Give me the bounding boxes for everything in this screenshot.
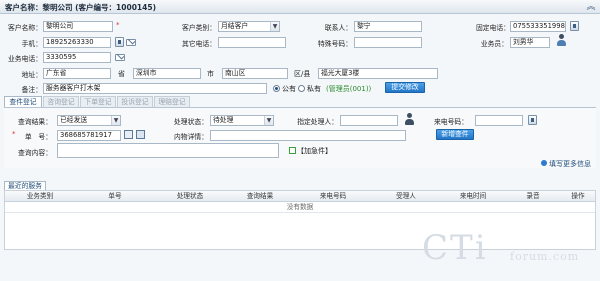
item-detail-input[interactable] <box>210 130 406 141</box>
urgent-label: 【加急件】 <box>297 147 332 155</box>
tab-claim[interactable]: 理赔登记 <box>154 96 190 107</box>
public-label: 公有 <box>282 85 296 93</box>
special-number-label: 特殊号码： <box>318 40 352 48</box>
more-info-link[interactable]: 填写更多信息 <box>549 159 591 169</box>
chevron-down-icon: ▼ <box>111 116 120 125</box>
urgent-checkbox[interactable] <box>289 147 296 154</box>
province-unit: 省 <box>118 70 125 78</box>
collapse-icon[interactable]: ︽ <box>585 1 597 13</box>
address-label: 地址： <box>21 71 42 79</box>
watermark-logo: CTi <box>422 228 488 268</box>
item-detail-label: 内物详情： <box>174 133 208 141</box>
other-phone-label: 其它电话： <box>182 40 216 48</box>
col-caller[interactable]: 来电号码 <box>295 191 371 202</box>
tab-order[interactable]: 下单登记 <box>80 96 116 107</box>
contact-label: 联系人： <box>324 24 352 32</box>
caller-label: 来电号码： <box>434 118 468 126</box>
required-mark: * <box>12 130 16 138</box>
private-radio[interactable] <box>298 85 305 92</box>
user-icon[interactable] <box>404 113 415 126</box>
landline-label: 固定电话： <box>476 24 510 32</box>
col-result[interactable]: 查询结果 <box>225 191 295 202</box>
district-input[interactable]: 南山区 <box>222 68 288 79</box>
add-inquiry-button[interactable]: 新增查件 <box>436 129 474 140</box>
remark-input[interactable]: 服务器客户打木架 <box>43 83 267 94</box>
owner-text: (管理员(001)) <box>326 85 372 93</box>
customer-name-label: 客户名称： <box>8 24 42 32</box>
public-radio[interactable] <box>273 85 280 92</box>
chevron-down-icon: ▼ <box>270 22 279 31</box>
user-icon[interactable] <box>556 34 567 47</box>
status-value: 待处理 <box>213 116 234 124</box>
col-actions[interactable]: 操作 <box>561 191 595 202</box>
mobile-label: 手机： <box>21 40 42 48</box>
query-content-textarea[interactable] <box>57 143 279 158</box>
customer-type-value: 月结客户 <box>221 22 249 30</box>
province-input[interactable]: 广东省 <box>43 68 111 79</box>
phone-icon[interactable] <box>570 21 579 31</box>
status-label: 处理状态： <box>174 118 208 126</box>
order-number-input[interactable]: 368685781917 <box>57 130 121 141</box>
tab-consult[interactable]: 咨询登记 <box>43 96 79 107</box>
biz-phone-input[interactable]: 3330595 <box>43 52 111 63</box>
query-result-select[interactable]: 已经发送 ▼ <box>57 115 121 126</box>
recent-services-table: 业务类别 单号 处理状态 查询结果 来电号码 受理人 来电时间 录音 操作 没有… <box>4 190 596 250</box>
tab-inquiry[interactable]: 查件登记 <box>4 96 42 107</box>
col-recording[interactable]: 录音 <box>505 191 561 202</box>
col-order-number[interactable]: 单号 <box>75 191 155 202</box>
handler-input[interactable] <box>340 115 398 126</box>
title-bar: 客户名称：黎明公司 (客户编号：1000145) ︽ <box>0 0 600 14</box>
plus-icon[interactable] <box>541 160 547 166</box>
contact-input[interactable]: 黎宁 <box>354 21 422 32</box>
col-call-time[interactable]: 来电时间 <box>441 191 505 202</box>
tab-complaint[interactable]: 投诉登记 <box>117 96 153 107</box>
table-header: 业务类别 单号 处理状态 查询结果 来电号码 受理人 来电时间 录音 操作 <box>5 191 595 202</box>
mail-icon[interactable] <box>126 39 136 46</box>
salesman-input[interactable]: 刘男华 <box>510 37 550 48</box>
phone-icon[interactable] <box>528 115 537 125</box>
watermark-sub: forum.com <box>510 250 580 263</box>
mobile-input[interactable]: 18925263330 <box>43 37 111 48</box>
special-number-input[interactable] <box>354 37 422 48</box>
submit-button[interactable]: 提交修改 <box>385 82 425 93</box>
order-number-label: 单 号： <box>24 133 52 141</box>
chevron-down-icon: ▼ <box>264 116 273 125</box>
required-mark: * <box>116 21 120 29</box>
empty-message: 没有数据 <box>5 202 595 213</box>
biz-phone-label: 业务电话： <box>8 55 42 63</box>
handler-label: 指定处理人： <box>297 118 338 126</box>
col-status[interactable]: 处理状态 <box>155 191 225 202</box>
street-input[interactable]: 福光大厦3楼 <box>318 68 438 79</box>
col-business-type[interactable]: 业务类别 <box>5 191 75 202</box>
landline-input[interactable]: 075533351998 <box>510 21 566 32</box>
page-title: 客户名称：黎明公司 (客户编号：1000145) <box>5 3 156 12</box>
query-result-value: 已经发送 <box>60 116 88 124</box>
salesman-label: 业务员： <box>480 40 508 48</box>
city-unit: 市 <box>207 70 214 78</box>
city-input[interactable]: 深圳市 <box>133 68 201 79</box>
caller-input[interactable] <box>475 115 523 126</box>
col-handler[interactable]: 受理人 <box>371 191 441 202</box>
mail-icon[interactable] <box>115 54 125 61</box>
remark-label: 备注： <box>21 86 42 94</box>
district-unit: 区/县 <box>294 70 311 78</box>
customer-type-label: 客户类别： <box>182 24 216 32</box>
batch-icon[interactable] <box>136 130 145 139</box>
customer-name-input[interactable]: 黎明公司 <box>43 21 113 32</box>
status-select[interactable]: 待处理 ▼ <box>210 115 274 126</box>
query-content-label: 查询内容： <box>18 149 52 157</box>
query-result-label: 查询结果： <box>18 118 52 126</box>
other-phone-input[interactable] <box>218 37 286 48</box>
phone-icon[interactable] <box>115 37 124 47</box>
private-label: 私有 <box>307 85 321 93</box>
calendar-icon[interactable] <box>124 130 133 139</box>
customer-type-select[interactable]: 月结客户 ▼ <box>218 21 280 32</box>
